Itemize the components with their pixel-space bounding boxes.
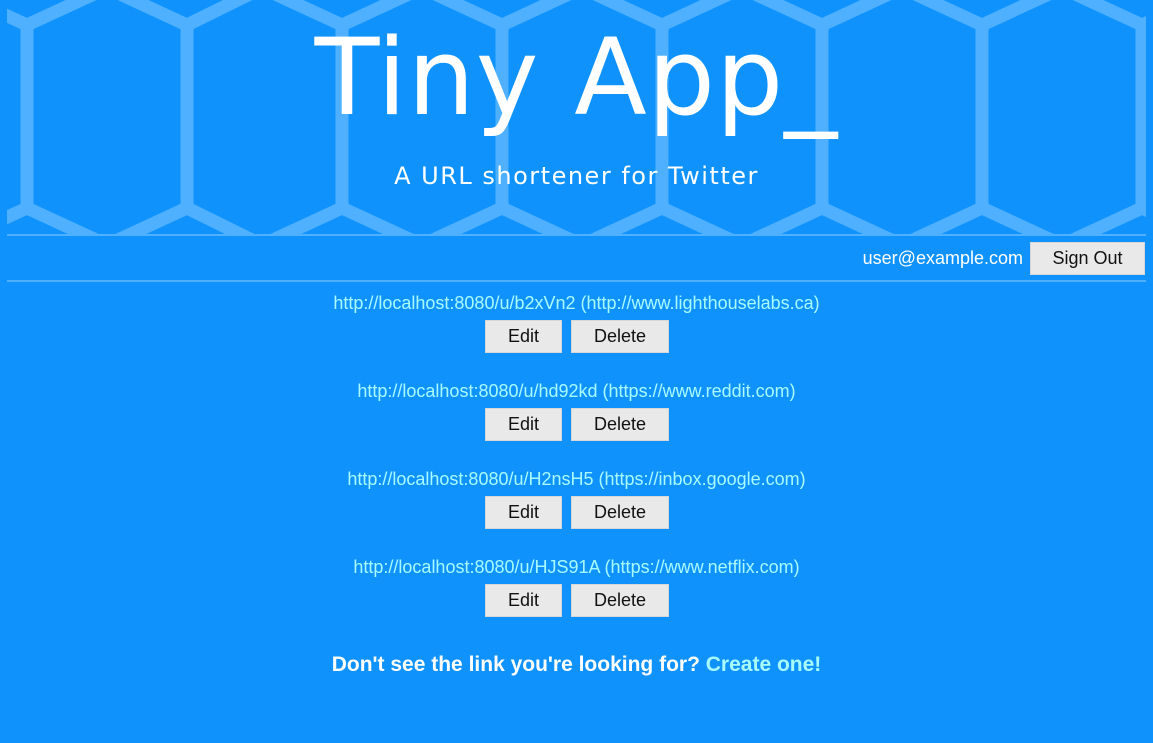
short-url-link[interactable]: http://localhost:8080/u/hd92kd (https://… bbox=[0, 379, 1153, 405]
short-url-link[interactable]: http://localhost:8080/u/b2xVn2 (http://w… bbox=[0, 291, 1153, 317]
sign-out-button[interactable]: Sign Out bbox=[1030, 241, 1145, 275]
delete-button[interactable]: Delete bbox=[571, 584, 669, 617]
url-actions: Edit Delete bbox=[1, 496, 1153, 529]
user-email: user@example.com bbox=[862, 247, 1023, 268]
page: Tiny App_ A URL shortener for Twitter us… bbox=[0, 0, 1153, 743]
url-actions: Edit Delete bbox=[1, 408, 1153, 441]
url-actions: Edit Delete bbox=[1, 320, 1153, 353]
url-list: http://localhost:8080/u/b2xVn2 (http://w… bbox=[0, 291, 1153, 643]
user-bar: user@example.com Sign Out bbox=[863, 241, 1145, 275]
app-title: Tiny App_ bbox=[314, 16, 839, 139]
footer-prompt: Don't see the link you're looking for? C… bbox=[0, 653, 1153, 677]
short-url-link[interactable]: http://localhost:8080/u/H2nsH5 (https://… bbox=[0, 467, 1153, 493]
url-item: http://localhost:8080/u/b2xVn2 (http://w… bbox=[0, 291, 1153, 379]
divider-bottom bbox=[7, 280, 1146, 282]
footer-prompt-text: Don't see the link you're looking for? bbox=[331, 653, 700, 676]
url-item: http://localhost:8080/u/H2nsH5 (https://… bbox=[0, 467, 1153, 555]
short-url-link[interactable]: http://localhost:8080/u/HJS91A (https://… bbox=[0, 555, 1153, 581]
edit-button[interactable]: Edit bbox=[485, 584, 562, 617]
delete-button[interactable]: Delete bbox=[571, 320, 669, 353]
edit-button[interactable]: Edit bbox=[485, 496, 562, 529]
header-banner: Tiny App_ A URL shortener for Twitter bbox=[7, 0, 1146, 235]
divider-top bbox=[7, 234, 1146, 236]
url-actions: Edit Delete bbox=[1, 584, 1153, 617]
url-item: http://localhost:8080/u/hd92kd (https://… bbox=[0, 379, 1153, 467]
delete-button[interactable]: Delete bbox=[571, 408, 669, 441]
create-link[interactable]: Create one! bbox=[706, 653, 822, 676]
edit-button[interactable]: Edit bbox=[485, 320, 562, 353]
url-item: http://localhost:8080/u/HJS91A (https://… bbox=[0, 555, 1153, 643]
delete-button[interactable]: Delete bbox=[571, 496, 669, 529]
app-subtitle: A URL shortener for Twitter bbox=[394, 162, 759, 190]
edit-button[interactable]: Edit bbox=[485, 408, 562, 441]
